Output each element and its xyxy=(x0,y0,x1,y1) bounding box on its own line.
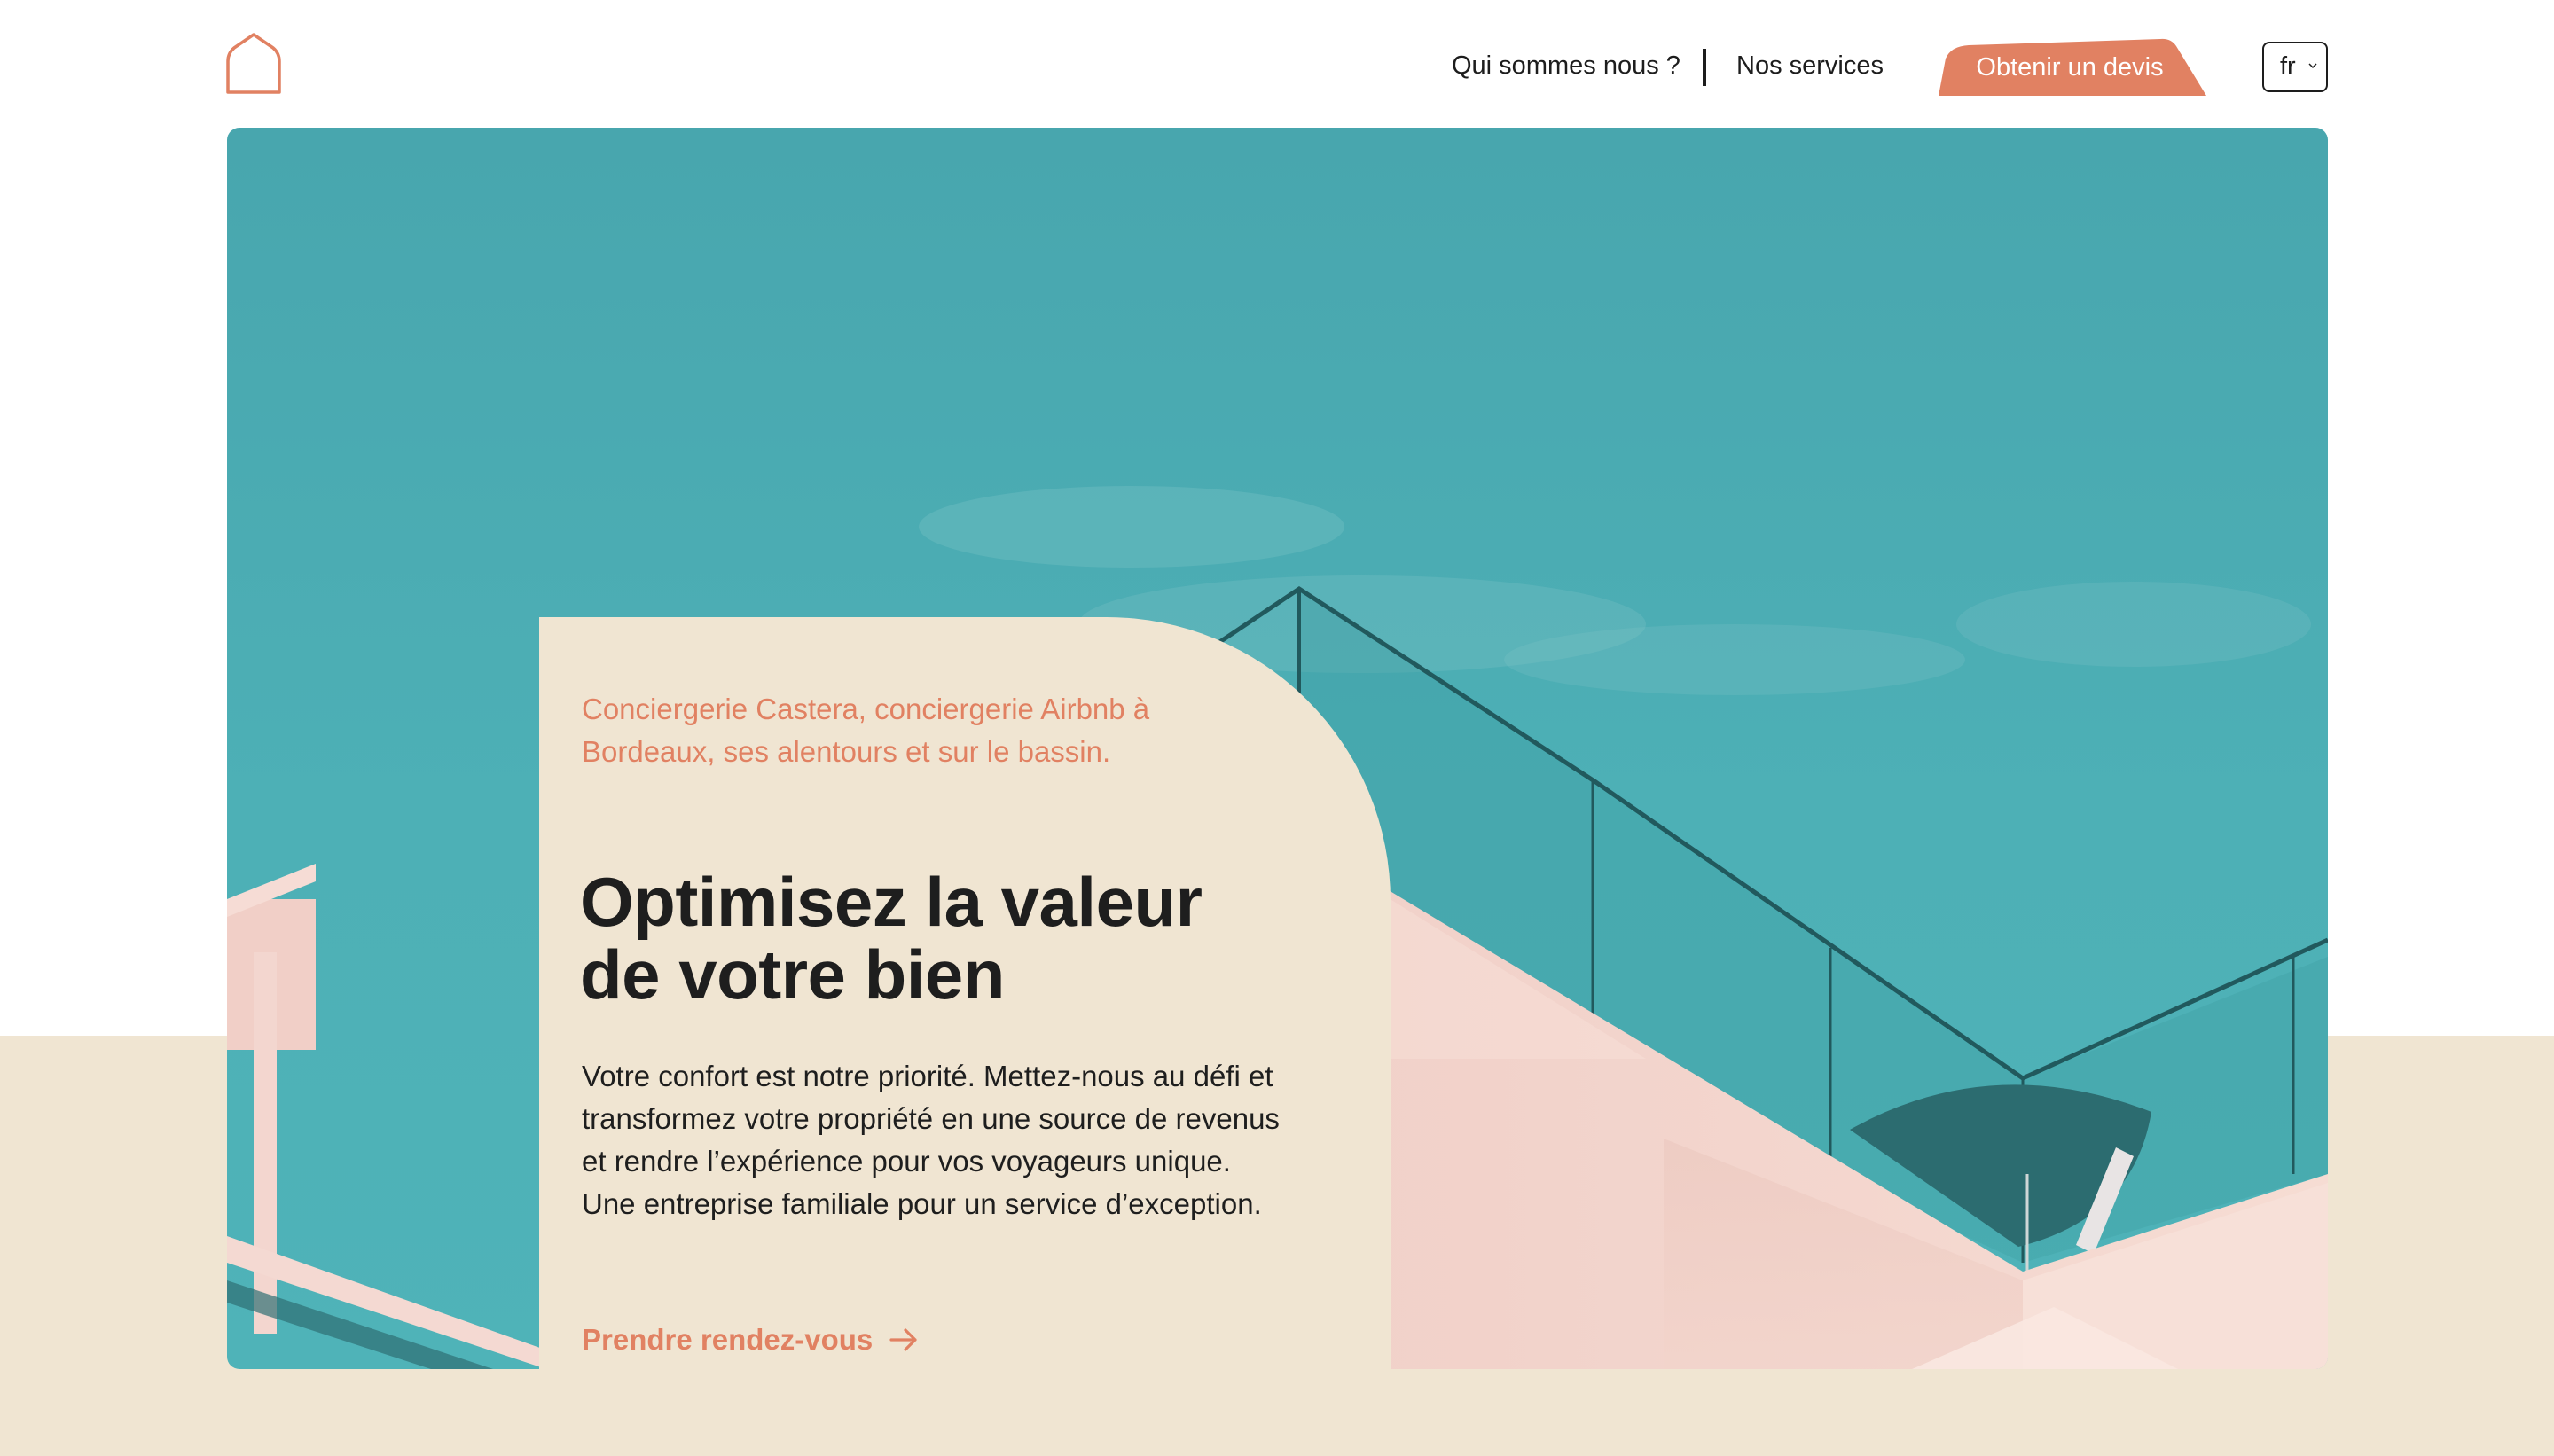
nav-link-services[interactable]: Nos services xyxy=(1736,50,1884,82)
nav-divider xyxy=(1703,49,1706,86)
page: Qui sommes nous ? Nos services Obtenir u… xyxy=(0,0,2554,1456)
nav-link-about[interactable]: Qui sommes nous ? xyxy=(1452,50,1680,82)
book-appointment-label: Prendre rendez-vous xyxy=(582,1323,874,1356)
book-appointment-link[interactable]: Prendre rendez-vous xyxy=(582,1323,919,1357)
house-logo-icon[interactable] xyxy=(223,32,284,96)
chevron-down-icon xyxy=(2308,63,2317,69)
language-select[interactable]: fr xyxy=(2262,42,2328,92)
hero-card: Conciergerie Castera, conciergerie Airbn… xyxy=(539,617,1391,1369)
hero-description: Votre confort est notre priorité. Mettez… xyxy=(582,1060,1280,1220)
get-quote-button[interactable]: Obtenir un devis xyxy=(1939,37,2206,96)
hero-image: Conciergerie Castera, conciergerie Airbn… xyxy=(227,128,2328,1369)
hero-tagline: Conciergerie Castera, conciergerie Airbn… xyxy=(582,693,1150,768)
language-value: fr xyxy=(2280,52,2296,81)
hero-headline: Optimisez la valeur de votre bien xyxy=(580,863,1203,1014)
arrow-right-icon xyxy=(889,1328,917,1351)
get-quote-label: Obtenir un devis xyxy=(1976,52,2164,82)
